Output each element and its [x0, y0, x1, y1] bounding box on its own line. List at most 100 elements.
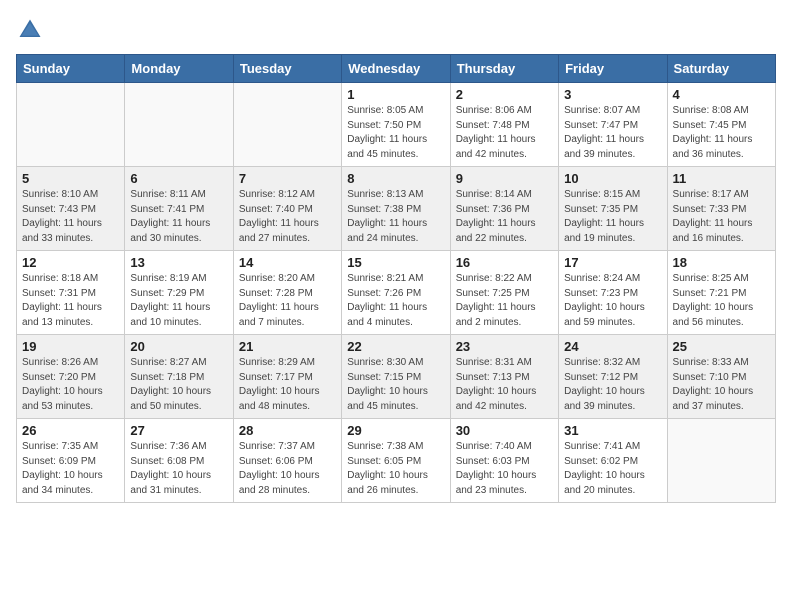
- calendar-day-cell: [667, 419, 775, 503]
- calendar-day-cell: 16Sunrise: 8:22 AM Sunset: 7:25 PM Dayli…: [450, 251, 558, 335]
- calendar-day-cell: 8 Sunrise: 8:13 AM Sunset: 7:38 PM Daylig…: [342, 167, 450, 251]
- day-number: 29: [347, 423, 444, 438]
- weekday-header-row: SundayMondayTuesdayWednesdayThursdayFrid…: [17, 55, 776, 83]
- day-number: 27: [130, 423, 227, 438]
- day-info: Sunrise: 8:30 AM Sunset: 7:15 PM Dayligh…: [347, 356, 444, 414]
- day-info: Sunrise: 8:25 AM Sunset: 7:21 PM Dayligh…: [673, 272, 770, 330]
- day-info: Sunrise: 8:07 AM Sunset: 7:47 PM Dayligh…: [564, 104, 661, 162]
- day-info: Sunrise: 8:33 AM Sunset: 7:10 PM Dayligh…: [673, 356, 770, 414]
- day-info: Sunrise: 8:06 AM Sunset: 7:48 PM Dayligh…: [456, 104, 553, 162]
- day-number: 26: [22, 423, 119, 438]
- calendar-day-cell: 3 Sunrise: 8:07 AM Sunset: 7:47 PM Daylig…: [559, 83, 667, 167]
- day-number: 6: [130, 171, 227, 186]
- day-info: Sunrise: 7:36 AM Sunset: 6:08 PM Dayligh…: [130, 440, 227, 498]
- day-info: Sunrise: 7:40 AM Sunset: 6:03 PM Dayligh…: [456, 440, 553, 498]
- weekday-header-thursday: Thursday: [450, 55, 558, 83]
- calendar-day-cell: 2 Sunrise: 8:06 AM Sunset: 7:48 PM Daylig…: [450, 83, 558, 167]
- day-number: 15: [347, 255, 444, 270]
- calendar-day-cell: 4 Sunrise: 8:08 AM Sunset: 7:45 PM Daylig…: [667, 83, 775, 167]
- calendar-day-cell: 13 Sunrise: 8:19 AM Sunset: 7:29 PM Dayli…: [125, 251, 233, 335]
- day-info: Sunrise: 8:27 AM Sunset: 7:18 PM Dayligh…: [130, 356, 227, 414]
- day-info: Sunrise: 8:19 AM Sunset: 7:29 PM Dayligh…: [130, 272, 227, 330]
- calendar-week-row: 1Sunrise: 8:05 AM Sunset: 7:50 PM Daylig…: [17, 83, 776, 167]
- day-info: Sunrise: 8:14 AM Sunset: 7:36 PM Dayligh…: [456, 188, 553, 246]
- day-number: 18: [673, 255, 770, 270]
- day-number: 24: [564, 339, 661, 354]
- day-number: 2: [456, 87, 553, 102]
- day-number: 16: [456, 255, 553, 270]
- day-number: 7: [239, 171, 336, 186]
- day-number: 23: [456, 339, 553, 354]
- calendar-table: SundayMondayTuesdayWednesdayThursdayFrid…: [16, 54, 776, 503]
- day-number: 30: [456, 423, 553, 438]
- calendar-day-cell: 1Sunrise: 8:05 AM Sunset: 7:50 PM Daylig…: [342, 83, 450, 167]
- calendar-week-row: 26 Sunrise: 7:35 AM Sunset: 6:09 PM Dayli…: [17, 419, 776, 503]
- calendar-day-cell: 17 Sunrise: 8:24 AM Sunset: 7:23 PM Dayli…: [559, 251, 667, 335]
- calendar-day-cell: 19Sunrise: 8:26 AM Sunset: 7:20 PM Dayli…: [17, 335, 125, 419]
- calendar-day-cell: 30 Sunrise: 7:40 AM Sunset: 6:03 PM Dayli…: [450, 419, 558, 503]
- calendar-day-cell: 31Sunrise: 7:41 AM Sunset: 6:02 PM Dayli…: [559, 419, 667, 503]
- day-info: Sunrise: 8:31 AM Sunset: 7:13 PM Dayligh…: [456, 356, 553, 414]
- day-number: 12: [22, 255, 119, 270]
- day-number: 22: [347, 339, 444, 354]
- calendar-day-cell: 28 Sunrise: 7:37 AM Sunset: 6:06 PM Dayli…: [233, 419, 341, 503]
- day-info: Sunrise: 7:38 AM Sunset: 6:05 PM Dayligh…: [347, 440, 444, 498]
- day-info: Sunrise: 8:20 AM Sunset: 7:28 PM Dayligh…: [239, 272, 336, 330]
- weekday-header-tuesday: Tuesday: [233, 55, 341, 83]
- day-info: Sunrise: 8:10 AM Sunset: 7:43 PM Dayligh…: [22, 188, 119, 246]
- calendar-day-cell: 10 Sunrise: 8:15 AM Sunset: 7:35 PM Dayli…: [559, 167, 667, 251]
- calendar-day-cell: 21Sunrise: 8:29 AM Sunset: 7:17 PM Dayli…: [233, 335, 341, 419]
- day-number: 20: [130, 339, 227, 354]
- calendar-day-cell: 12 Sunrise: 8:18 AM Sunset: 7:31 PM Dayli…: [17, 251, 125, 335]
- calendar-day-cell: 29 Sunrise: 7:38 AM Sunset: 6:05 PM Dayli…: [342, 419, 450, 503]
- day-info: Sunrise: 8:08 AM Sunset: 7:45 PM Dayligh…: [673, 104, 770, 162]
- calendar-day-cell: [125, 83, 233, 167]
- calendar-day-cell: 24 Sunrise: 8:32 AM Sunset: 7:12 PM Dayli…: [559, 335, 667, 419]
- day-number: 4: [673, 87, 770, 102]
- calendar-week-row: 19Sunrise: 8:26 AM Sunset: 7:20 PM Dayli…: [17, 335, 776, 419]
- logo: [16, 16, 48, 44]
- day-info: Sunrise: 8:13 AM Sunset: 7:38 PM Dayligh…: [347, 188, 444, 246]
- day-number: 3: [564, 87, 661, 102]
- day-number: 13: [130, 255, 227, 270]
- day-number: 14: [239, 255, 336, 270]
- day-number: 1: [347, 87, 444, 102]
- calendar-day-cell: 15 Sunrise: 8:21 AM Sunset: 7:26 PM Dayli…: [342, 251, 450, 335]
- calendar-day-cell: 27 Sunrise: 7:36 AM Sunset: 6:08 PM Dayli…: [125, 419, 233, 503]
- page-header: [16, 16, 776, 44]
- day-number: 25: [673, 339, 770, 354]
- calendar-day-cell: 25 Sunrise: 8:33 AM Sunset: 7:10 PM Dayli…: [667, 335, 775, 419]
- weekday-header-friday: Friday: [559, 55, 667, 83]
- day-info: Sunrise: 7:37 AM Sunset: 6:06 PM Dayligh…: [239, 440, 336, 498]
- day-info: Sunrise: 7:41 AM Sunset: 6:02 PM Dayligh…: [564, 440, 661, 498]
- calendar-day-cell: 22 Sunrise: 8:30 AM Sunset: 7:15 PM Dayli…: [342, 335, 450, 419]
- day-number: 10: [564, 171, 661, 186]
- weekday-header-sunday: Sunday: [17, 55, 125, 83]
- weekday-header-monday: Monday: [125, 55, 233, 83]
- calendar-day-cell: 18 Sunrise: 8:25 AM Sunset: 7:21 PM Dayli…: [667, 251, 775, 335]
- day-number: 21: [239, 339, 336, 354]
- day-info: Sunrise: 8:12 AM Sunset: 7:40 PM Dayligh…: [239, 188, 336, 246]
- day-number: 17: [564, 255, 661, 270]
- calendar-day-cell: 14 Sunrise: 8:20 AM Sunset: 7:28 PM Dayli…: [233, 251, 341, 335]
- day-info: Sunrise: 7:35 AM Sunset: 6:09 PM Dayligh…: [22, 440, 119, 498]
- day-info: Sunrise: 8:15 AM Sunset: 7:35 PM Dayligh…: [564, 188, 661, 246]
- weekday-header-wednesday: Wednesday: [342, 55, 450, 83]
- calendar-week-row: 12 Sunrise: 8:18 AM Sunset: 7:31 PM Dayli…: [17, 251, 776, 335]
- calendar-day-cell: 23 Sunrise: 8:31 AM Sunset: 7:13 PM Dayli…: [450, 335, 558, 419]
- day-info: Sunrise: 8:21 AM Sunset: 7:26 PM Dayligh…: [347, 272, 444, 330]
- day-info: Sunrise: 8:18 AM Sunset: 7:31 PM Dayligh…: [22, 272, 119, 330]
- calendar-day-cell: 9 Sunrise: 8:14 AM Sunset: 7:36 PM Daylig…: [450, 167, 558, 251]
- calendar-day-cell: 5Sunrise: 8:10 AM Sunset: 7:43 PM Daylig…: [17, 167, 125, 251]
- day-info: Sunrise: 8:24 AM Sunset: 7:23 PM Dayligh…: [564, 272, 661, 330]
- day-number: 28: [239, 423, 336, 438]
- day-info: Sunrise: 8:17 AM Sunset: 7:33 PM Dayligh…: [673, 188, 770, 246]
- day-number: 19: [22, 339, 119, 354]
- calendar-week-row: 5Sunrise: 8:10 AM Sunset: 7:43 PM Daylig…: [17, 167, 776, 251]
- calendar-day-cell: 11 Sunrise: 8:17 AM Sunset: 7:33 PM Dayli…: [667, 167, 775, 251]
- calendar-day-cell: 20 Sunrise: 8:27 AM Sunset: 7:18 PM Dayli…: [125, 335, 233, 419]
- day-number: 11: [673, 171, 770, 186]
- day-number: 9: [456, 171, 553, 186]
- day-number: 8: [347, 171, 444, 186]
- day-info: Sunrise: 8:32 AM Sunset: 7:12 PM Dayligh…: [564, 356, 661, 414]
